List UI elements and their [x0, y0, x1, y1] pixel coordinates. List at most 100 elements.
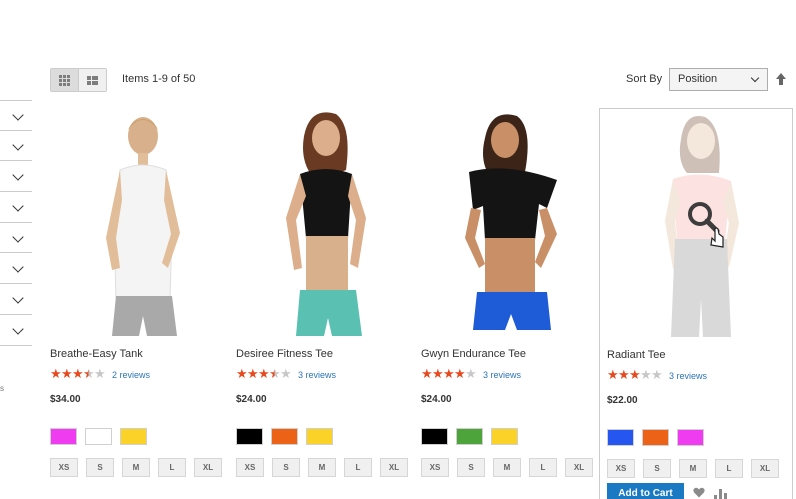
size-option[interactable]: XL — [751, 459, 779, 478]
size-option[interactable]: M — [308, 458, 336, 477]
filter-option[interactable] — [0, 161, 32, 193]
chevron-down-icon — [12, 231, 24, 243]
filter-option[interactable] — [0, 223, 32, 254]
rating-star: ★ — [432, 367, 444, 382]
size-option[interactable]: S — [457, 458, 485, 477]
reviews-link[interactable]: 2 reviews — [112, 370, 150, 380]
sort-by-select[interactable]: Position — [669, 68, 768, 91]
size-option[interactable]: XS — [50, 458, 78, 477]
arrow-up-icon[interactable] — [775, 72, 787, 86]
filter-option[interactable] — [0, 192, 32, 223]
size-option[interactable]: S — [643, 459, 671, 478]
size-option[interactable]: M — [122, 458, 150, 477]
chevron-down-icon — [12, 323, 24, 335]
product-name[interactable]: Radiant Tee — [607, 349, 666, 361]
rating-star: ★ — [454, 367, 466, 382]
product-item-hovered[interactable]: Radiant Tee ★ ★ ★ ★ ★ 3 reviews $22.00 XS S M L… — [599, 108, 793, 499]
size-option[interactable]: L — [529, 458, 557, 477]
product-name[interactable]: Desiree Fitness Tee — [236, 348, 333, 360]
color-swatches — [607, 429, 704, 446]
rating-star: ★ — [618, 368, 630, 383]
product-item[interactable]: Breathe-Easy Tank ★ ★ ★ ★ ★ 2 reviews $34.00… — [50, 108, 234, 499]
color-swatch[interactable] — [236, 428, 263, 445]
product-price: $34.00 — [50, 394, 81, 405]
product-name[interactable]: Gwyn Endurance Tee — [421, 348, 526, 360]
rating-star: ★ — [50, 367, 62, 382]
color-swatch[interactable] — [491, 428, 518, 445]
size-option[interactable]: XS — [236, 458, 264, 477]
rating-star: ★ — [465, 367, 477, 382]
rating-stars: ★ ★ ★ ★ ★ — [50, 367, 106, 382]
product-item[interactable]: Desiree Fitness Tee ★ ★ ★ ★ ★ 3 reviews $24.… — [236, 108, 420, 499]
color-swatch[interactable] — [642, 429, 669, 446]
product-rating: ★ ★ ★ ★ ★ 2 reviews — [50, 368, 150, 382]
color-swatch[interactable] — [85, 428, 112, 445]
size-option[interactable]: S — [86, 458, 114, 477]
chevron-down-icon — [12, 169, 24, 182]
size-option[interactable]: S — [272, 458, 300, 477]
filter-option[interactable] — [0, 315, 32, 346]
size-option[interactable]: M — [679, 459, 707, 478]
rating-star: ★ — [651, 368, 663, 383]
product-rating: ★ ★ ★ ★ ★ 3 reviews — [236, 368, 336, 382]
rating-star: ★ — [629, 368, 641, 383]
color-swatches — [236, 428, 333, 445]
size-option[interactable]: XL — [565, 458, 593, 477]
size-option[interactable]: L — [344, 458, 372, 477]
size-options: XS S M L XL — [236, 458, 408, 477]
size-options: XS S M L XL — [421, 458, 593, 477]
rating-star: ★ — [443, 367, 455, 382]
size-option[interactable]: XS — [607, 459, 635, 478]
reviews-link[interactable]: 3 reviews — [483, 370, 521, 380]
size-option[interactable]: L — [715, 459, 743, 478]
chevron-down-icon — [750, 73, 760, 83]
size-option[interactable]: M — [493, 458, 521, 477]
product-price: $22.00 — [607, 395, 638, 406]
size-option[interactable]: XS — [421, 458, 449, 477]
rating-star: ★ — [269, 367, 281, 382]
size-option[interactable]: XL — [194, 458, 222, 477]
reviews-link[interactable]: 3 reviews — [298, 370, 336, 380]
color-swatch[interactable] — [677, 429, 704, 446]
product-name[interactable]: Breathe-Easy Tank — [50, 348, 143, 360]
size-option[interactable]: XL — [380, 458, 408, 477]
color-swatch[interactable] — [306, 428, 333, 445]
color-swatch[interactable] — [271, 428, 298, 445]
size-options: XS S M L XL — [607, 459, 779, 478]
list-view-button[interactable] — [79, 69, 106, 91]
filter-option[interactable] — [0, 284, 32, 315]
filter-option[interactable] — [0, 253, 32, 285]
product-item[interactable]: Gwyn Endurance Tee ★ ★ ★ ★ ★ 3 reviews $24.0… — [421, 108, 605, 499]
compare-bars-icon[interactable] — [714, 489, 727, 499]
color-swatch[interactable] — [456, 428, 483, 445]
rating-star: ★ — [247, 367, 259, 382]
color-swatch[interactable] — [120, 428, 147, 445]
product-rating: ★ ★ ★ ★ ★ 3 reviews — [421, 368, 521, 382]
heart-icon[interactable] — [693, 487, 705, 498]
product-image[interactable] — [50, 108, 234, 340]
chevron-down-icon — [12, 261, 24, 274]
filter-option[interactable] — [0, 100, 32, 131]
product-image[interactable] — [607, 109, 791, 341]
grid-view-button[interactable] — [51, 69, 79, 91]
size-option[interactable]: L — [158, 458, 186, 477]
rating-star: ★ — [280, 367, 292, 382]
grid-view-icon — [59, 74, 70, 86]
rating-stars: ★ ★ ★ ★ ★ — [236, 367, 292, 382]
color-swatches — [421, 428, 518, 445]
filter-option[interactable] — [0, 131, 32, 162]
add-to-cart-button[interactable]: Add to Cart — [607, 483, 684, 499]
color-swatch[interactable] — [607, 429, 634, 446]
color-swatch[interactable] — [50, 428, 77, 445]
color-swatch[interactable] — [421, 428, 448, 445]
reviews-link[interactable]: 3 reviews — [669, 371, 707, 381]
chevron-down-icon — [12, 139, 24, 151]
product-price: $24.00 — [236, 394, 267, 405]
magnifier-icon — [688, 202, 724, 248]
product-image[interactable] — [421, 108, 605, 340]
product-rating: ★ ★ ★ ★ ★ 3 reviews — [607, 369, 707, 383]
chevron-down-icon — [12, 109, 24, 121]
color-swatches — [50, 428, 147, 445]
rating-star: ★ — [607, 368, 619, 383]
product-image[interactable] — [236, 108, 420, 340]
